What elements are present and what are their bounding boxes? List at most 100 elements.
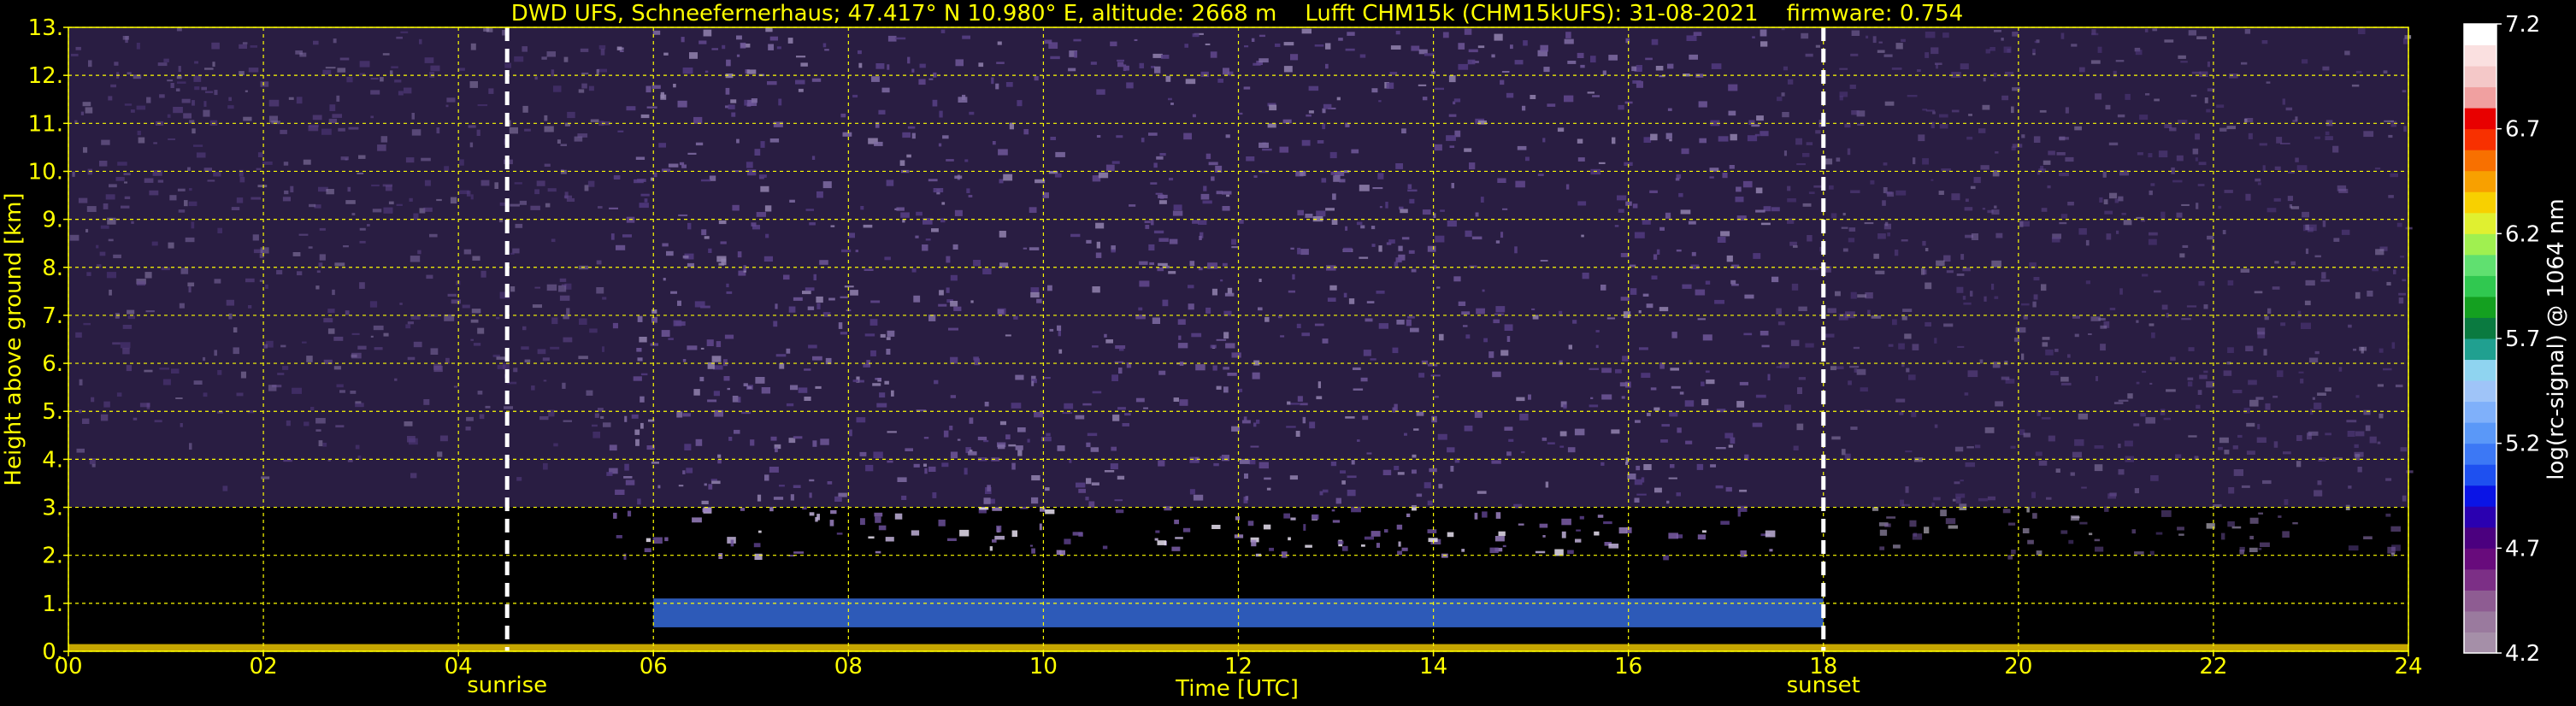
signal-speck xyxy=(1948,525,1958,529)
signal-speck xyxy=(1668,532,1678,539)
signal-speck xyxy=(2249,547,2258,552)
signal-speck xyxy=(1884,523,1891,527)
signal-speck xyxy=(2089,532,2093,536)
x-tick-label: 04 xyxy=(445,654,473,680)
colorbar-swatch xyxy=(2464,170,2496,192)
signal-speck xyxy=(1594,531,1600,536)
signal-speck xyxy=(959,529,970,537)
x-tick-label: 06 xyxy=(640,654,668,680)
signal-speck xyxy=(1288,537,1291,541)
signal-speck xyxy=(1561,531,1566,538)
y-tick-label: 5. xyxy=(42,399,63,425)
signal-speck xyxy=(2177,527,2184,531)
colorbar-tick-label: 4.7 xyxy=(2505,536,2540,562)
signal-speck xyxy=(1397,550,1402,556)
signal-speck xyxy=(1912,533,1923,540)
signal-speck xyxy=(2068,539,2074,544)
signal-speck xyxy=(1879,546,1885,550)
signal-speck xyxy=(740,508,746,511)
x-tick-label: 14 xyxy=(1419,654,1447,680)
colorbar-swatch xyxy=(2464,66,2496,88)
signal-speck xyxy=(878,525,887,531)
signal-speck xyxy=(1064,538,1071,544)
signal-speck xyxy=(1376,543,1380,548)
signal-speck xyxy=(1059,550,1065,556)
colorbar-swatch xyxy=(2464,233,2496,256)
signal-speck xyxy=(1175,537,1183,539)
signal-speck xyxy=(809,512,815,516)
signal-speck xyxy=(793,551,805,554)
plot-area: sunrise sunset xyxy=(68,26,2414,698)
signal-speck xyxy=(1364,536,1374,540)
colorbar-swatch xyxy=(2464,317,2496,339)
y-axis-ticks: 0. 1. 2. 3. 4. 5. 6. 7. 8. 9. 10. 11. 12. 13. xyxy=(28,15,68,665)
signal-speck xyxy=(1427,529,1437,533)
signal-speck xyxy=(2095,546,2104,552)
colorbar-swatch xyxy=(2464,212,2496,234)
signal-speck xyxy=(2036,550,2043,556)
signal-speck xyxy=(875,550,881,554)
signal-speck xyxy=(1029,544,1033,547)
signal-speck xyxy=(2079,521,2088,525)
x-tick-label: 02 xyxy=(250,654,278,680)
signal-speck xyxy=(2239,546,2245,552)
signal-speck xyxy=(2249,517,2259,524)
signal-speck xyxy=(1341,545,1348,551)
signal-speck xyxy=(1157,540,1167,545)
colorbar-label: log(rc-signal) @ 1064 nm xyxy=(2544,198,2569,479)
signal-speck xyxy=(1701,530,1707,533)
colorbar-swatch xyxy=(2464,485,2496,507)
signal-speck xyxy=(1542,535,1546,538)
colorbar-swatch xyxy=(2464,254,2496,276)
signal-speck xyxy=(1567,550,1574,555)
signal-speck xyxy=(1305,544,1312,548)
colorbar-swatch xyxy=(2464,568,2496,591)
colorbar-swatch xyxy=(2464,506,2496,528)
chart-title: DWD UFS, Schneefernerhaus; 47.417° N 10.… xyxy=(511,1,1964,26)
ceilometer-chart: DWD UFS, Schneefernerhaus; 47.417° N 10.… xyxy=(1,1,2569,702)
signal-speck xyxy=(1495,512,1501,519)
signal-speck xyxy=(836,532,843,535)
signal-speck xyxy=(2060,530,2068,534)
colorbar-tick-label: 6.2 xyxy=(2505,221,2540,247)
signal-speck xyxy=(2387,546,2396,554)
signal-speck xyxy=(1072,532,1083,536)
signal-speck xyxy=(860,518,865,526)
signal-speck xyxy=(645,538,651,543)
signal-speck xyxy=(702,508,712,513)
signal-speck xyxy=(616,535,622,538)
signal-speck xyxy=(627,510,632,517)
signal-speck xyxy=(2249,535,2254,539)
signal-speck xyxy=(1283,513,1290,519)
y-tick-label: 4. xyxy=(42,447,63,473)
signal-speck xyxy=(1518,523,1524,526)
signal-speck xyxy=(1398,541,1401,547)
signal-speck xyxy=(758,530,762,533)
signal-speck xyxy=(718,553,723,559)
x-tick-label: 10 xyxy=(1029,654,1058,680)
signal-speck xyxy=(1263,524,1271,530)
signal-speck xyxy=(1371,531,1381,537)
signal-speck xyxy=(1154,538,1158,541)
colorbar-swatch xyxy=(2464,86,2496,109)
signal-speck xyxy=(1720,521,1730,525)
colorbar-swatch xyxy=(2464,380,2496,403)
signal-speck xyxy=(1765,530,1776,538)
signal-speck xyxy=(1303,524,1306,531)
signal-speck xyxy=(1396,524,1403,530)
signal-speck xyxy=(1269,547,1274,551)
signal-speck xyxy=(1498,531,1506,537)
sunrise-label: sunrise xyxy=(467,673,547,698)
signal-speck xyxy=(1102,545,1108,550)
signal-speck xyxy=(1597,515,1604,518)
colorbar-swatch xyxy=(2464,548,2496,570)
signal-speck xyxy=(1235,516,1240,521)
signal-speck xyxy=(2390,526,2401,532)
signal-speck xyxy=(1116,509,1124,514)
signal-speck xyxy=(885,537,894,542)
signal-speck xyxy=(1171,546,1181,551)
signal-speck xyxy=(2363,536,2373,539)
signal-speck xyxy=(992,539,997,543)
signal-speck xyxy=(1482,511,1488,518)
signal-speck xyxy=(1401,547,1408,551)
